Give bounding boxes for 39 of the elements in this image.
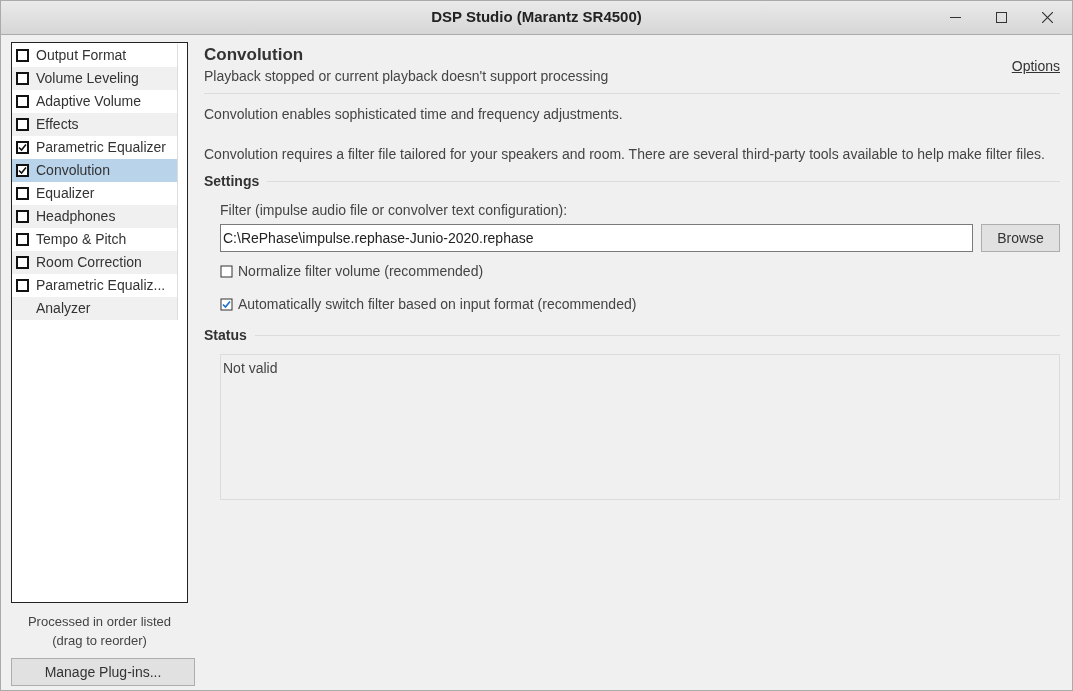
hint-text: (drag to reorder): [52, 632, 147, 651]
plugin-list-item[interactable]: Analyzer: [12, 297, 177, 320]
options-link[interactable]: Options: [1011, 56, 1060, 77]
checkbox-label: Normalize filter volume (recommended): [238, 262, 484, 281]
checkbox[interactable]: [16, 118, 29, 131]
maximize-icon: [995, 12, 1007, 23]
checked-checkbox[interactable]: [16, 141, 29, 154]
minimize-icon: [949, 17, 961, 18]
status-text: Not valid: [223, 360, 278, 376]
section-heading: Settings: [204, 172, 260, 191]
checked-checkbox[interactable]: [16, 164, 29, 177]
checked-checkbox[interactable]: [220, 298, 233, 311]
window-title: DSP Studio (Marantz SR4500): [431, 7, 642, 28]
section-heading: Status: [204, 326, 247, 345]
close-icon: [1041, 12, 1053, 23]
plugin-list-item[interactable]: Room Correction: [12, 251, 177, 274]
page-title: Convolution: [204, 44, 305, 66]
checkbox[interactable]: [16, 279, 29, 292]
browse-button[interactable]: Browse: [981, 224, 1060, 252]
status-message: Playback stopped or current playback doesn't support processing: [204, 67, 609, 86]
hint-text: Processed in order listed: [27, 613, 172, 632]
checkbox-label: Automatically switch filter based on input format (recommended): [238, 295, 637, 314]
plugin-list-item[interactable]: Volume Leveling: [12, 67, 177, 90]
description-text: Convolution enables sophisticated time and frequency adjustments.: [204, 105, 624, 124]
description-text: Convolution requires a filter file tailored for your speakers and room. There are several third-party tools available to help make filter files.: [204, 145, 1046, 164]
checkbox[interactable]: [220, 265, 233, 278]
field-label: Filter (impulse audio file or convolver text configuration):: [220, 201, 569, 220]
checkbox[interactable]: [16, 256, 29, 269]
checkbox[interactable]: [16, 95, 29, 108]
plugin-list-item[interactable]: Convolution: [12, 159, 177, 182]
checkbox[interactable]: [16, 49, 29, 62]
manage-plugins-button[interactable]: Manage Plug-ins...: [11, 658, 195, 686]
plugin-list-item[interactable]: Headphones: [12, 205, 177, 228]
checkbox[interactable]: [16, 72, 29, 85]
checkbox[interactable]: [16, 233, 29, 246]
checkbox[interactable]: [16, 210, 29, 223]
checkbox[interactable]: [16, 187, 29, 200]
filter-path-field[interactable]: C:\RePhase\impulse.rephase-Junio-2020.rephase: [220, 224, 973, 252]
plugin-list-item[interactable]: Effects: [12, 113, 177, 136]
